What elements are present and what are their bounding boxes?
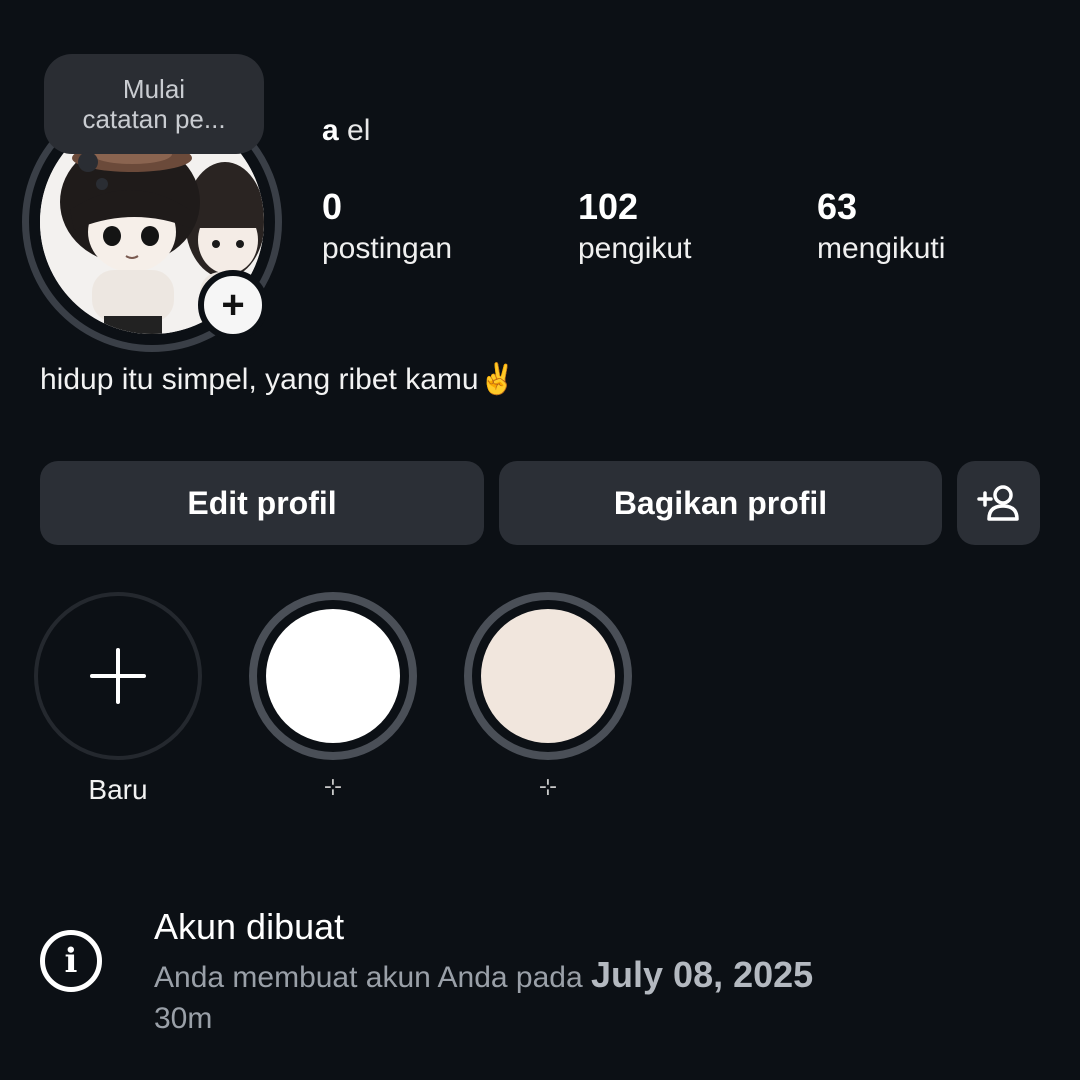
highlight-label: Baru — [88, 774, 148, 805]
share-profile-label: Bagikan profil — [613, 484, 828, 521]
stat-posts-value: 0 — [322, 186, 343, 227]
note-tail — [96, 178, 108, 190]
profile-name: a el — [322, 114, 370, 148]
highlight-cover — [266, 609, 400, 743]
highlight-new-circle[interactable] — [34, 592, 202, 760]
stat-followers-value: 102 — [578, 186, 639, 227]
plus-icon: + — [221, 283, 245, 327]
highlight-label: ⊹ — [323, 774, 343, 799]
account-created-prefix: Anda membuat akun Anda pada — [154, 961, 583, 994]
highlight-new[interactable]: Baru — [34, 592, 202, 806]
note-line-1: Mulai — [122, 74, 186, 104]
stat-following-value: 63 — [817, 186, 858, 227]
profile-page: + Mulai catatan pe... a el 0 postingan 1… — [0, 0, 1080, 1080]
note-bubble[interactable]: Mulai catatan pe... — [44, 54, 264, 154]
account-created-desc: Anda membuat akun Anda pada July 08, 202… — [154, 954, 813, 996]
highlight-cover — [481, 609, 615, 743]
stat-followers[interactable]: 102 pengikut — [578, 186, 691, 270]
account-created-time: 30m — [154, 1002, 213, 1035]
edit-profile-button[interactable]: Edit profil — [40, 461, 484, 545]
info-icon: i — [40, 930, 102, 992]
add-story-button[interactable]: + — [198, 270, 268, 340]
account-created-date: July 08, 2025 — [591, 954, 814, 995]
highlight-item[interactable]: ⊹ — [464, 592, 632, 800]
edit-profile-label: Edit profil — [187, 484, 337, 521]
note-tail — [78, 152, 98, 172]
account-created-title: Akun dibuat — [154, 906, 345, 947]
stat-posts[interactable]: 0 postingan — [322, 186, 452, 270]
stat-followers-label: pengikut — [578, 232, 692, 265]
highlight-item[interactable]: ⊹ — [249, 592, 417, 800]
profile-bio: hidup itu simpel, yang ribet kamu✌️ — [40, 363, 516, 396]
plus-icon — [90, 648, 146, 704]
highlight-ring[interactable] — [249, 592, 417, 760]
stat-following[interactable]: 63 mengikuti — [817, 186, 945, 270]
profile-name-bold: a — [322, 114, 339, 147]
highlight-label: ⊹ — [538, 774, 558, 799]
share-profile-button[interactable]: Bagikan profil — [499, 461, 942, 545]
stat-posts-label: postingan — [322, 232, 453, 265]
discover-people-button[interactable] — [957, 461, 1040, 545]
person-add-icon — [976, 485, 1019, 521]
note-line-2: catatan pe... — [82, 104, 226, 134]
stat-following-label: mengikuti — [817, 232, 946, 265]
profile-name-rest: el — [347, 114, 371, 147]
highlight-ring[interactable] — [464, 592, 632, 760]
